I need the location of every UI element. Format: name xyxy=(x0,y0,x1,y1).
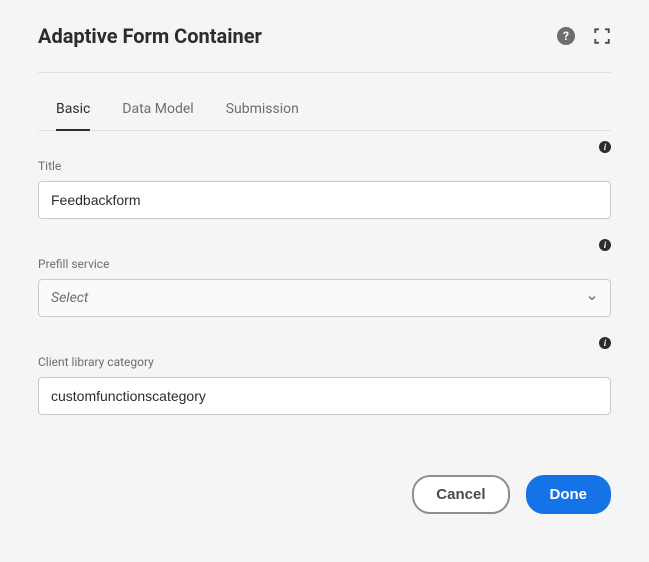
cancel-button[interactable]: Cancel xyxy=(412,475,509,514)
field-group-title: i Title xyxy=(38,141,611,219)
field-group-prefill: i Prefill service Select xyxy=(38,239,611,317)
clientlib-input[interactable] xyxy=(38,377,611,415)
clientlib-label: Client library category xyxy=(38,355,611,369)
chevron-down-icon xyxy=(586,292,598,304)
dialog-footer: Cancel Done xyxy=(38,475,611,514)
title-label: Title xyxy=(38,159,611,173)
tab-data-model[interactable]: Data Model xyxy=(122,101,193,131)
dialog-header: Adaptive Form Container ? xyxy=(38,24,611,73)
fullscreen-icon[interactable] xyxy=(593,27,611,45)
dialog-title: Adaptive Form Container xyxy=(38,24,262,48)
tabs: Basic Data Model Submission xyxy=(38,101,611,131)
header-icons: ? xyxy=(557,27,611,45)
tab-submission[interactable]: Submission xyxy=(226,101,299,131)
prefill-label: Prefill service xyxy=(38,257,611,271)
info-icon[interactable]: i xyxy=(599,141,611,153)
tab-basic[interactable]: Basic xyxy=(56,101,90,131)
info-icon[interactable]: i xyxy=(599,337,611,349)
title-input[interactable] xyxy=(38,181,611,219)
prefill-select-value: Select xyxy=(51,290,88,306)
info-icon[interactable]: i xyxy=(599,239,611,251)
prefill-select[interactable]: Select xyxy=(38,279,611,317)
help-icon[interactable]: ? xyxy=(557,27,575,45)
field-group-clientlib: i Client library category xyxy=(38,337,611,415)
done-button[interactable]: Done xyxy=(526,475,612,514)
